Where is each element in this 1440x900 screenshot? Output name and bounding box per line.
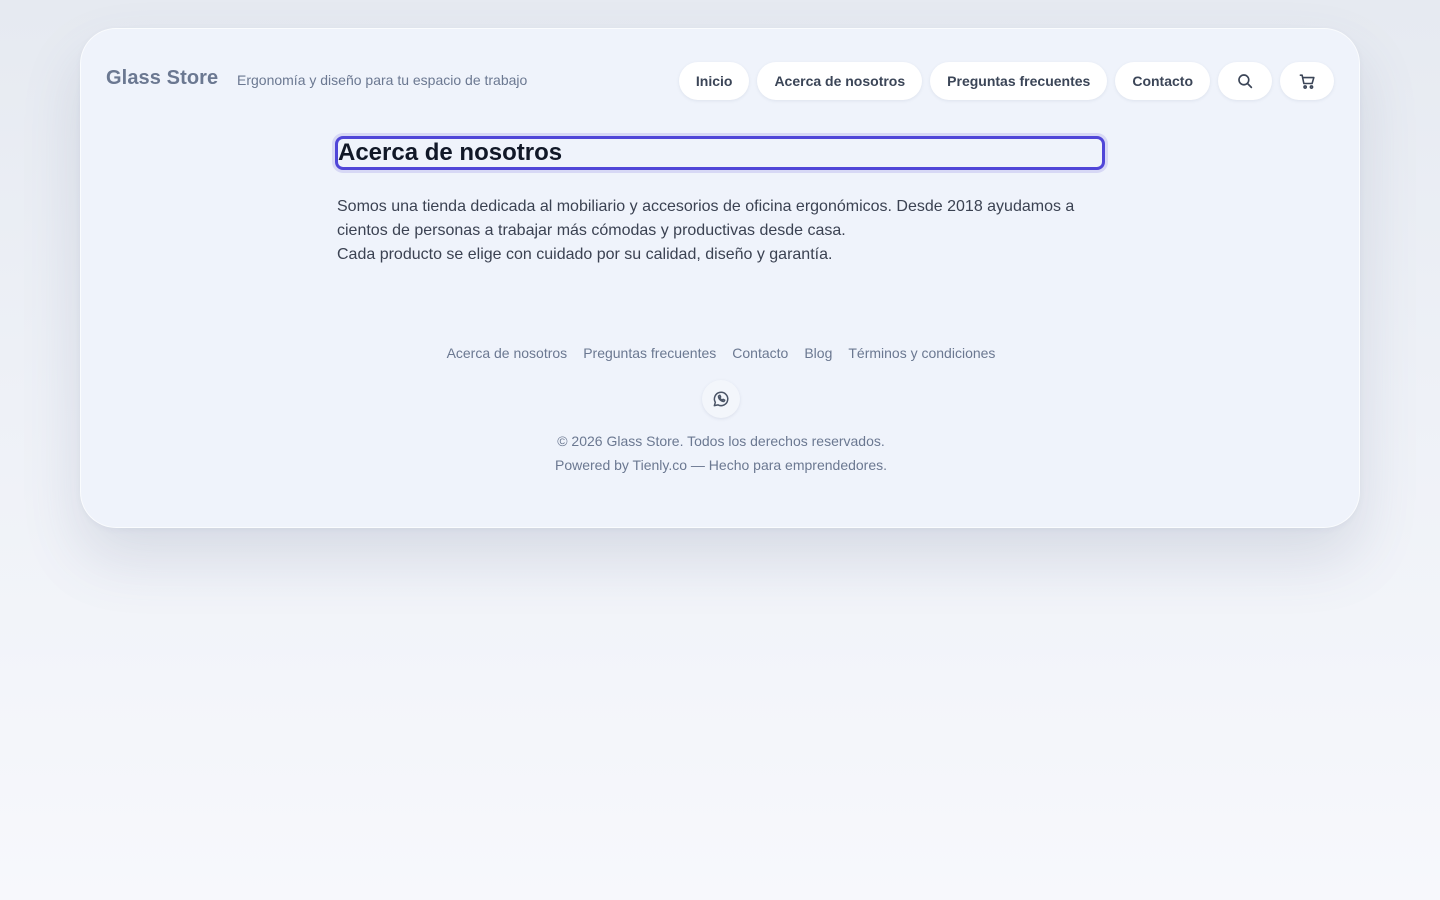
nav-item-acerca[interactable]: Acerca de nosotros: [757, 62, 923, 100]
copyright-text: © 2026 Glass Store. Todos los derechos r…: [557, 433, 885, 449]
footer-link-blog[interactable]: Blog: [804, 345, 832, 361]
search-button[interactable]: [1218, 62, 1272, 100]
search-icon: [1238, 74, 1253, 89]
nav-item-contacto[interactable]: Contacto: [1115, 62, 1210, 100]
footer-link-contacto[interactable]: Contacto: [732, 345, 788, 361]
brand-tagline: Ergonomía y diseño para tu espacio de tr…: [237, 72, 528, 88]
powered-by-text: Powered by Tienly.co — Hecho para empren…: [554, 457, 888, 473]
about-line: Somos una tienda dedicada al mobiliario …: [337, 198, 1075, 215]
footer-link-terminos[interactable]: Términos y condiciones: [848, 345, 995, 361]
main-nav: Inicio Acerca de nosotros Preguntas frec…: [678, 62, 1334, 100]
main-content: Acerca de nosotros Somos una tienda dedi…: [335, 136, 1105, 267]
footer-link-preguntas[interactable]: Preguntas frecuentes: [583, 345, 716, 361]
brand-logo[interactable]: Glass Store: [106, 67, 218, 90]
footer-copyright-block: © 2026 Glass Store. Todos los derechos r…: [81, 429, 1361, 477]
whatsapp-button[interactable]: [702, 380, 740, 418]
nav-item-inicio[interactable]: Inicio: [678, 62, 750, 100]
cart-button[interactable]: [1280, 62, 1334, 100]
about-line: Cada producto se elige con cuidado por s…: [337, 246, 833, 263]
page-title: Acerca de nosotros: [335, 136, 1105, 170]
footer-link-acerca[interactable]: Acerca de nosotros: [447, 345, 568, 361]
page-card: Glass Store Ergonomía y diseño para tu e…: [80, 28, 1360, 528]
about-line: cientos de personas a trabajar más cómod…: [337, 222, 846, 239]
nav-item-preguntas[interactable]: Preguntas frecuentes: [930, 62, 1108, 100]
footer-links: Acerca de nosotros Preguntas frecuentes …: [81, 345, 1361, 361]
whatsapp-icon: [713, 391, 729, 407]
cart-icon: [1299, 73, 1315, 89]
about-paragraph: Somos una tienda dedicada al mobiliario …: [337, 195, 1105, 267]
